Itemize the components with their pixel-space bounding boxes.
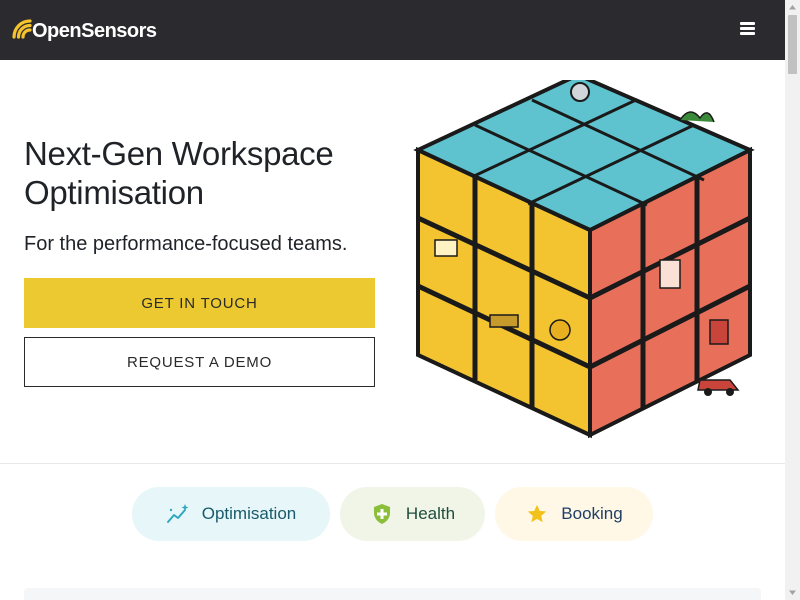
tab-health-label: Health xyxy=(405,504,456,523)
trend-sparkle-icon xyxy=(166,502,190,526)
page: OpenSensors Next-Gen Workspace Optimisat… xyxy=(0,0,785,600)
hero-title: Next-Gen Workspace Optimisation xyxy=(24,134,384,212)
scroll-down-arrow-icon[interactable] xyxy=(785,585,800,600)
request-demo-button[interactable]: REQUEST A DEMO xyxy=(24,337,375,387)
isometric-office-cube-illustration xyxy=(413,80,755,439)
scroll-up-arrow-icon[interactable] xyxy=(785,0,800,15)
get-in-touch-button[interactable]: GET IN TOUCH xyxy=(24,278,375,328)
brand-logo[interactable]: OpenSensors xyxy=(10,13,157,42)
content-card xyxy=(24,588,761,600)
hero-title-line-1: Next-Gen Workspace xyxy=(24,135,334,172)
star-icon xyxy=(525,502,549,526)
vertical-scrollbar[interactable] xyxy=(785,0,800,600)
tab-booking[interactable]: Booking xyxy=(495,487,653,541)
tab-booking-label: Booking xyxy=(561,504,623,523)
section-divider xyxy=(0,463,785,464)
tab-optimisation-label: Optimisation xyxy=(201,504,297,523)
hamburger-menu-icon[interactable] xyxy=(740,22,755,36)
scrollbar-thumb[interactable] xyxy=(788,15,797,74)
tab-health[interactable]: Health xyxy=(340,487,485,541)
signal-logo-icon xyxy=(12,19,32,39)
hero-title-line-2: Optimisation xyxy=(24,174,204,211)
site-header: OpenSensors xyxy=(0,0,785,60)
shield-plus-icon xyxy=(370,502,394,526)
tab-optimisation[interactable]: Optimisation xyxy=(132,487,330,541)
hero-subtitle: For the performance-focused teams. xyxy=(24,233,348,255)
brand-name: OpenSensors xyxy=(32,20,157,42)
